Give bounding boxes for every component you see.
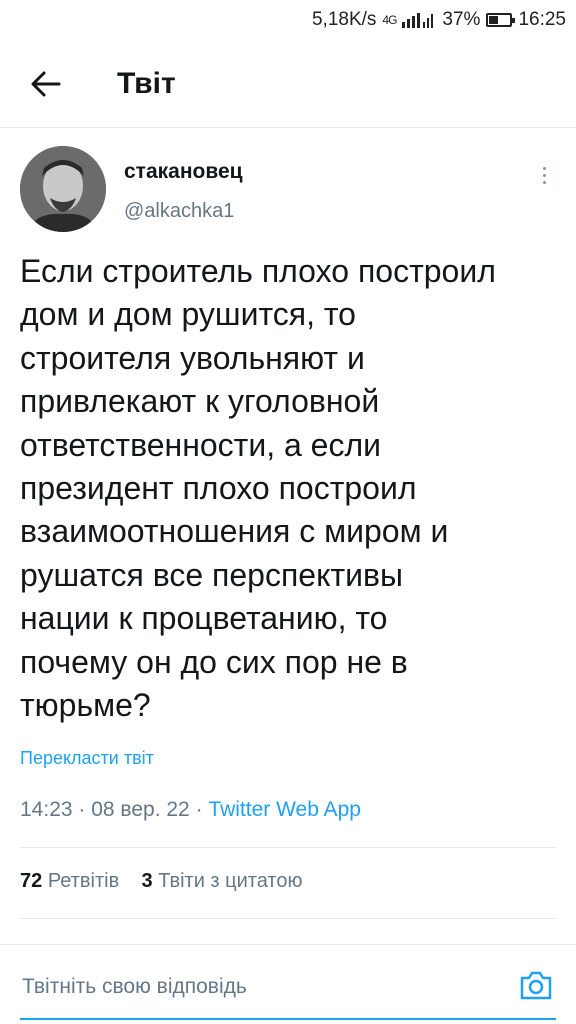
reply-bar: Твітніть свою відповідь xyxy=(0,944,576,1024)
meta-separator: · xyxy=(78,798,92,821)
network-speed: 5,18K/s xyxy=(311,9,377,30)
battery-icon xyxy=(486,13,516,27)
signal-icon xyxy=(402,13,434,28)
tweet-time: 14:23 xyxy=(20,798,73,821)
tweet-line: строителя увольняют и xyxy=(20,339,365,376)
status-bar: 5,18K/s 4G 37% 16:25 xyxy=(0,0,576,40)
battery-fill xyxy=(489,16,498,24)
page-title: Твіт xyxy=(117,67,176,100)
quotes-count: 3 xyxy=(141,870,153,892)
avatar[interactable] xyxy=(20,146,106,232)
camera-button[interactable] xyxy=(519,969,553,1001)
tweet-stats: 72 Ретвітів 3 Твіти з цитатою xyxy=(20,870,302,893)
battery-percent: 37% xyxy=(442,9,481,30)
quotes-label: Твіти з цитатою xyxy=(158,870,303,892)
arrow-left-icon xyxy=(31,71,61,97)
tweet-date: 08 вер. 22 xyxy=(91,798,190,821)
camera-icon xyxy=(520,971,552,1000)
avatar-image xyxy=(20,146,106,232)
tweet-meta: 14:23 · 08 вер. 22 · Twitter Web App xyxy=(20,798,361,822)
tweet-text: Если строитель плохо построил дом и дом … xyxy=(20,250,560,727)
retweets-label: Ретвітів xyxy=(47,870,120,892)
retweets-count: 72 xyxy=(20,870,43,892)
tweet-line: взаимоотношения с миром и xyxy=(20,513,449,550)
tweet-line: привлекают к уголовной xyxy=(20,383,380,420)
retweets-stat[interactable]: 72 Ретвітів xyxy=(20,870,119,892)
more-vertical-icon xyxy=(542,180,546,184)
more-vertical-icon xyxy=(542,166,546,170)
tweet-line: почему он до сих пор не в xyxy=(20,643,408,680)
quotes-stat[interactable]: 3 Твіти з цитатою xyxy=(141,870,302,892)
translate-tweet-link[interactable]: Перекласти твіт xyxy=(20,748,154,769)
tweet-line: рушатся все перспективы xyxy=(20,556,403,593)
author-handle[interactable]: @alkachka1 xyxy=(124,200,234,223)
tweet-line: Если строитель плохо построил xyxy=(20,253,496,289)
network-type: 4G xyxy=(382,13,397,27)
tweet-line: тюрьме? xyxy=(20,687,151,724)
clock: 16:25 xyxy=(518,9,566,30)
tweet-line: нации к процветанию, то xyxy=(20,600,388,637)
app-header: Твіт xyxy=(0,40,576,128)
tweet-line: президент плохо построил xyxy=(20,470,417,507)
tweet-line: ответственности, а если xyxy=(20,426,381,463)
source-app-link[interactable]: Twitter Web App xyxy=(208,798,361,821)
reply-input[interactable]: Твітніть свою відповідь xyxy=(22,975,247,999)
back-button[interactable] xyxy=(24,64,68,104)
reply-input-underline xyxy=(20,1018,556,1020)
divider xyxy=(20,847,556,848)
tweet-line: дом и дом рушится, то xyxy=(20,296,356,333)
more-options-button[interactable] xyxy=(532,158,556,192)
author-name[interactable]: стакановец xyxy=(124,160,243,184)
status-bar-right: 5,18K/s 4G 37% 16:25 xyxy=(312,9,566,31)
more-vertical-icon xyxy=(542,173,546,177)
divider xyxy=(20,918,556,919)
meta-separator: · xyxy=(195,798,209,821)
